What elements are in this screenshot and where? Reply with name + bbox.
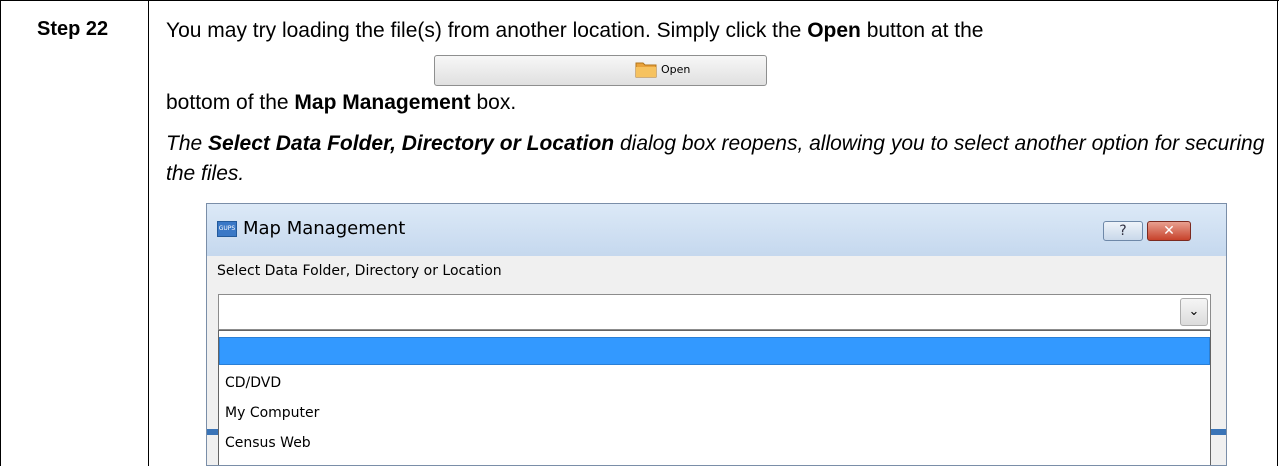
- chevron-down-icon[interactable]: ⌄: [1180, 298, 1208, 326]
- location-dropdown-list: CD/DVD My Computer Census Web: [218, 330, 1211, 465]
- step-label: Step 22: [37, 18, 109, 40]
- instruction-text: box.: [470, 91, 517, 114]
- table-column-divider: [148, 0, 149, 466]
- map-management-dialog: GUPS Map Management ? ✕ Select Data Fold…: [206, 203, 1227, 466]
- table-right-border: [1277, 0, 1278, 466]
- table-left-border: [0, 0, 1, 466]
- dropdown-option-cd-dvd[interactable]: CD/DVD: [219, 369, 1210, 397]
- dropdown-option-census-web[interactable]: Census Web: [219, 429, 1210, 457]
- app-icon: GUPS: [217, 221, 237, 237]
- instruction-line-2: bottom of the Map Management box.: [166, 91, 516, 115]
- dialog-name-bold-text: Select Data Folder, Directory or Locatio…: [208, 132, 615, 155]
- dialog-body: Select Data Folder, Directory or Locatio…: [207, 256, 1226, 465]
- table-top-border: [0, 0, 1279, 1]
- result-text: The: [166, 132, 209, 155]
- dialog-titlebar: GUPS Map Management ? ✕: [207, 204, 1226, 256]
- folder-icon: [635, 62, 657, 78]
- instruction-text: button at the: [860, 19, 984, 42]
- open-button[interactable]: Open: [434, 55, 767, 86]
- map-management-bold-text: Map Management: [294, 91, 471, 114]
- location-field-label: Select Data Folder, Directory or Locatio…: [217, 263, 502, 279]
- help-button[interactable]: ?: [1103, 221, 1143, 241]
- close-button[interactable]: ✕: [1147, 221, 1191, 241]
- instruction-text: bottom of the: [166, 91, 295, 114]
- result-description: The Select Data Folder, Directory or Loc…: [166, 129, 1266, 189]
- dropdown-option-my-computer[interactable]: My Computer: [219, 399, 1210, 427]
- dialog-title: Map Management: [243, 218, 406, 239]
- open-bold-text: Open: [807, 19, 861, 42]
- dropdown-option-blank[interactable]: [219, 337, 1210, 365]
- open-button-label: Open: [661, 63, 691, 76]
- instruction-text: You may try loading the file(s) from ano…: [166, 19, 808, 42]
- location-combobox[interactable]: ⌄: [218, 294, 1211, 330]
- instruction-line-1: You may try loading the file(s) from ano…: [166, 16, 1266, 46]
